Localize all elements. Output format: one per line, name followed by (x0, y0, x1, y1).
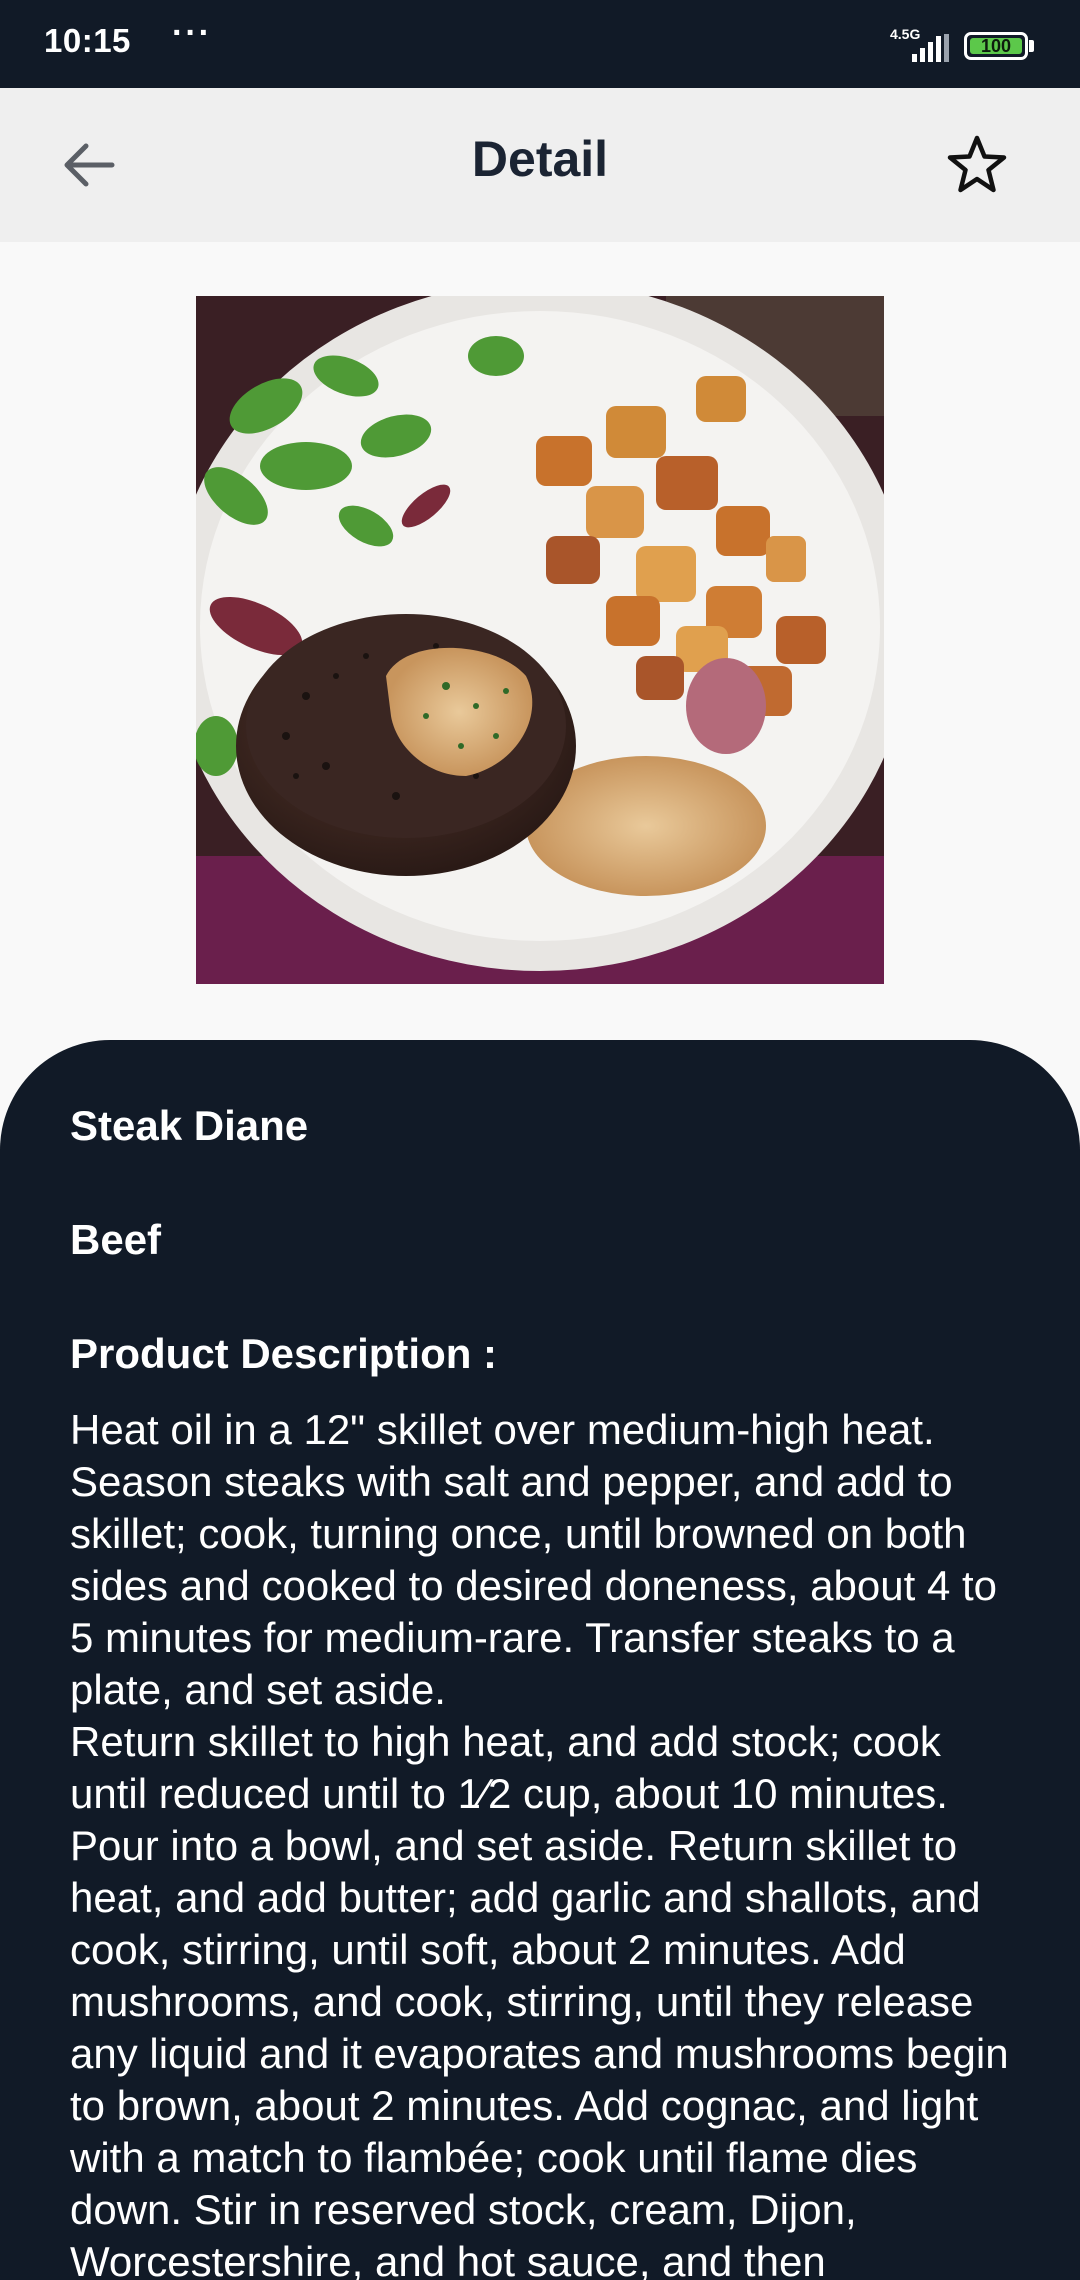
signal-bars-icon (912, 34, 949, 62)
signal-icon: 4.5G (886, 26, 958, 66)
detail-panel: Steak Diane Beef Product Description : H… (0, 1040, 1080, 2280)
battery-level: 100 (970, 37, 1022, 55)
description-text: Heat oil in a 12" skillet over medium-hi… (70, 1406, 1009, 2280)
notification-dots-icon: ··· (172, 14, 212, 52)
status-time: 10:15 (44, 22, 131, 59)
meal-category: Beef (70, 1216, 162, 1263)
battery-nub (1029, 40, 1034, 52)
description-label: Product Description : (70, 1330, 498, 1377)
status-bar: 10:15 ··· 4.5G 100 (0, 0, 1080, 88)
detail-content: Steak Diane Beef Product Description : H… (70, 1098, 1010, 2280)
meal-name: Steak Diane (70, 1102, 309, 1149)
favorite-button[interactable] (944, 132, 1010, 198)
food-image (196, 296, 884, 984)
battery-icon: 100 (964, 32, 1028, 60)
app-bar: Detail (0, 88, 1080, 242)
steak-dish-image (196, 296, 884, 984)
star-outline-icon (947, 135, 1007, 193)
page-title: Detail (471, 131, 609, 187)
